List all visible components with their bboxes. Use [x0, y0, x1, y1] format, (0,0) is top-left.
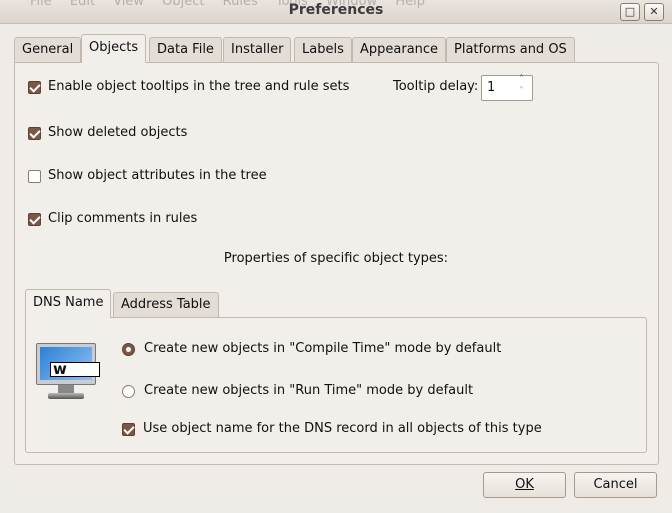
show-deleted-label: Show deleted objects: [48, 125, 188, 140]
tooltip-delay-spinner[interactable]: 1 ˄ ˅: [481, 74, 533, 101]
compile-time-radio[interactable]: [122, 343, 135, 356]
close-button[interactable]: ✕: [644, 3, 664, 21]
tab-labels[interactable]: Labels: [294, 37, 352, 62]
tab-installer[interactable]: Installer: [223, 37, 292, 62]
show-deleted-checkbox[interactable]: [28, 127, 41, 140]
dns-monitor-icon: w: [36, 343, 100, 401]
enable-tooltips-checkbox[interactable]: [28, 81, 41, 94]
compile-time-label: Create new objects in "Compile Time" mod…: [144, 341, 502, 356]
show-attributes-checkbox[interactable]: [28, 170, 41, 183]
maximize-button[interactable]: □: [620, 3, 640, 21]
tab-appearance[interactable]: Appearance: [352, 37, 447, 62]
run-time-label: Create new objects in "Run Time" mode by…: [144, 383, 474, 398]
specific-types-heading: Properties of specific object types:: [223, 251, 449, 266]
tooltip-delay-label: Tooltip delay:: [393, 79, 479, 94]
clip-comments-label: Clip comments in rules: [48, 211, 198, 226]
spin-up-icon[interactable]: ˄: [519, 74, 524, 85]
tab-data-file[interactable]: Data File: [149, 37, 222, 62]
spin-down-icon[interactable]: ˅: [519, 86, 524, 97]
subtab-address-table[interactable]: Address Table: [113, 292, 219, 317]
use-object-name-label: Use object name for the DNS record in al…: [143, 421, 542, 436]
ok-button[interactable]: OK: [483, 472, 566, 498]
tab-platforms-and-os[interactable]: Platforms and OS: [446, 37, 575, 62]
use-object-name-checkbox[interactable]: [122, 423, 135, 436]
window-title: Preferences: [288, 2, 384, 18]
run-time-radio[interactable]: [122, 385, 135, 398]
tab-objects[interactable]: Objects: [81, 34, 147, 63]
subtab-dns-name[interactable]: DNS Name: [25, 289, 112, 318]
dns-icon-text: w: [50, 362, 100, 377]
cancel-button[interactable]: Cancel: [574, 472, 657, 498]
clip-comments-checkbox[interactable]: [28, 213, 41, 226]
enable-tooltips-label: Enable object tooltips in the tree and r…: [48, 79, 350, 94]
tab-general[interactable]: General: [14, 37, 82, 62]
show-attributes-label: Show object attributes in the tree: [48, 168, 267, 183]
tooltip-delay-value: 1: [487, 80, 496, 95]
